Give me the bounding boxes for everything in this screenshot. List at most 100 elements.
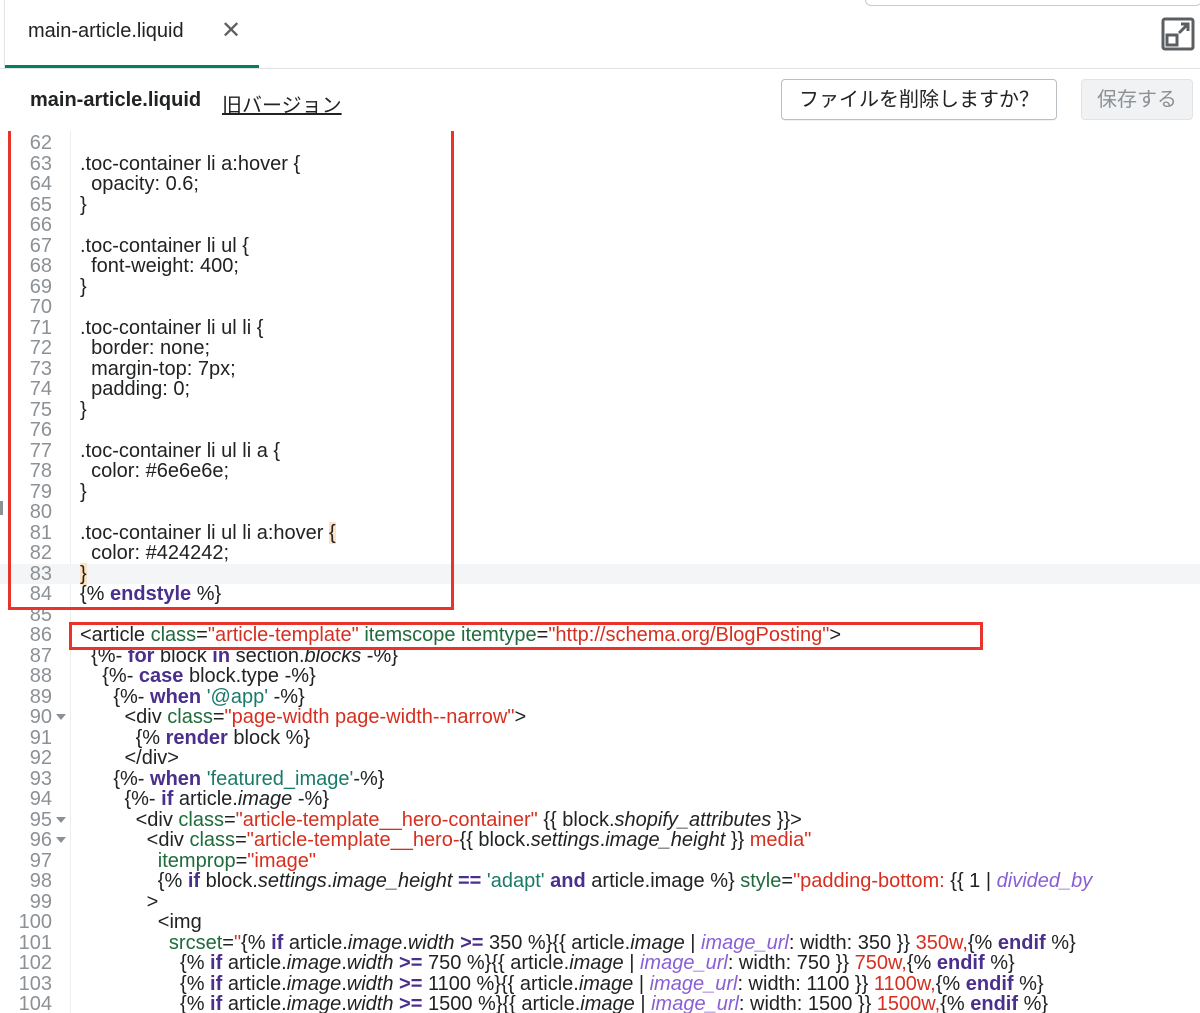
code-text: } (80, 398, 87, 421)
code-line[interactable]: 62 (0, 133, 1200, 154)
code-line[interactable]: 97 itemprop="image" (0, 849, 1200, 872)
code-line[interactable]: 70 (0, 297, 1200, 318)
line-number: 83 (29, 562, 52, 585)
code-text: {% if article.image.width >= 750 %}{{ ar… (80, 952, 1015, 974)
code-line[interactable]: 78 color: #6e6e6e; (0, 461, 1200, 482)
code-line[interactable]: 87 {%- for block in section.blocks -%} (0, 644, 1200, 667)
line-number: 101 (18, 931, 52, 954)
code-line[interactable]: 99 > (0, 891, 1200, 913)
fold-arrow-icon[interactable] (56, 816, 66, 823)
line-number: 82 (29, 542, 52, 564)
editor-header: main-article.liquid 旧バージョン ファイルを削除しますか？ … (0, 69, 1200, 131)
tab-main-article[interactable]: main-article.liquid ✕ (5, 0, 259, 68)
line-number: 79 (29, 480, 52, 503)
line-number: 103 (18, 972, 52, 995)
line-number: 77 (29, 439, 52, 462)
code-line[interactable]: 82 color: #424242; (0, 543, 1200, 564)
fold-arrow-icon[interactable] (56, 714, 66, 720)
line-number: 86 (29, 624, 52, 646)
line-number: 76 (29, 419, 52, 441)
code-line[interactable]: 71 .toc-container li ul li { (0, 317, 1200, 339)
line-number: 68 (29, 255, 52, 277)
code-line[interactable]: 85 (0, 604, 1200, 626)
code-line[interactable]: 83} (0, 562, 1200, 585)
code-line[interactable]: 69} (0, 275, 1200, 298)
line-number: 78 (29, 460, 52, 482)
top-ghost-field (865, 0, 1200, 6)
code-line[interactable]: 104 {% if article.image.width >= 1500 %}… (0, 994, 1200, 1013)
expand-icon[interactable] (1160, 16, 1196, 52)
code-line[interactable]: 96 <div class="article-template__hero-{{… (0, 830, 1200, 851)
code-line[interactable]: 67 .toc-container li ul { (0, 234, 1200, 257)
code-line[interactable]: 98 {% if block.settings.image_height == … (0, 871, 1200, 892)
line-number: 94 (29, 788, 52, 810)
code-line[interactable]: 92 </div> (0, 748, 1200, 769)
line-number: 70 (29, 296, 52, 318)
line-number: 69 (29, 275, 52, 298)
code-line[interactable]: 88 {%- case block.type -%} (0, 666, 1200, 687)
code-text: itemprop="image" (157, 849, 316, 872)
code-line[interactable]: 73 margin-top: 7px; (0, 357, 1200, 380)
line-number: 100 (18, 911, 52, 933)
close-icon[interactable]: ✕ (221, 16, 241, 45)
code-line[interactable]: 75} (0, 398, 1200, 421)
code-line[interactable]: 79} (0, 480, 1200, 503)
code-line[interactable]: 72 border: none; (0, 338, 1200, 359)
code-line[interactable]: 102 {% if article.image.width >= 750 %}{… (0, 953, 1200, 974)
code-line[interactable]: 63 .toc-container li a:hover { (0, 152, 1200, 175)
code-line[interactable]: 66 (0, 215, 1200, 236)
save-button[interactable]: 保存する (1081, 79, 1193, 120)
code-text: srcset="{% if article.image.width >= 350… (168, 931, 1076, 954)
code-text: <div class="page-width page-width--narro… (80, 706, 527, 728)
line-number: 91 (29, 726, 52, 749)
code-line[interactable]: 86 <article class="article-template" item… (0, 625, 1200, 646)
line-number: 64 (29, 173, 52, 195)
line-number: 80 (29, 501, 52, 523)
fold-arrow-icon[interactable] (56, 837, 66, 843)
old-version-link[interactable]: 旧バージョン (222, 89, 342, 118)
code-line[interactable]: 76 (0, 420, 1200, 441)
code-line[interactable]: 84 {% endstyle %} (0, 584, 1200, 605)
line-number: 96 (29, 829, 52, 851)
line-number: 63 (29, 152, 52, 175)
code-text: <div class="article-template__hero-conta… (80, 808, 802, 831)
code-text: padding: 0; (80, 378, 191, 400)
code-text: <div class="article-template__hero-{{ bl… (80, 829, 812, 851)
code-line[interactable]: 65} (0, 193, 1200, 216)
code-text: } (80, 275, 87, 298)
code-line[interactable]: 91 {% render block %} (0, 726, 1200, 749)
code-line[interactable]: 74 padding: 0; (0, 379, 1200, 400)
code-text: {% if article.image.width >= 1500 %}{{ a… (80, 993, 1049, 1013)
line-number: 97 (29, 849, 52, 872)
code-line[interactable]: 89 {%- when '@app' -%} (0, 686, 1200, 708)
line-number: 87 (29, 644, 52, 667)
line-number: 98 (29, 870, 52, 892)
code-line[interactable]: 101 srcset="{% if article.image.width >=… (0, 931, 1200, 954)
delete-file-button[interactable]: ファイルを削除しますか？ (781, 79, 1057, 120)
code-line[interactable]: 68 font-weight: 400; (0, 256, 1200, 277)
code-line[interactable]: 100 <img (0, 912, 1200, 933)
code-line[interactable]: 94 {%- if article.image -%} (0, 789, 1200, 810)
tab-label: main-article.liquid (28, 20, 184, 42)
tab-bar: main-article.liquid ✕ (0, 0, 1200, 69)
code-editor[interactable]: 62 63 .toc-container li a:hover {64 opacit… (0, 131, 1200, 1013)
resize-handle[interactable] (0, 501, 3, 515)
code-line[interactable]: 64 opacity: 0.6; (0, 174, 1200, 195)
code-text: color: #424242; (80, 542, 229, 564)
code-text: } (80, 193, 87, 216)
code-text: {%- if article.image -%} (80, 788, 329, 810)
code-text: {% if article.image.width >= 1100 %}{{ a… (80, 972, 1044, 995)
code-line[interactable]: 77 .toc-container li ul li a { (0, 439, 1200, 462)
code-line[interactable]: 81 .toc-container li ul li a:hover { (0, 521, 1200, 544)
code-line[interactable]: 95 <div class="article-template__hero-co… (0, 808, 1200, 831)
code-text: margin-top: 7px; (80, 357, 236, 380)
code-line[interactable]: 90 <div class="page-width page-width--na… (0, 707, 1200, 728)
code-text: {%- for block in section.blocks -%} (80, 644, 398, 667)
code-line[interactable]: 80 (0, 502, 1200, 523)
line-number: 75 (29, 398, 52, 421)
line-number: 67 (29, 234, 52, 257)
code-text: {% endstyle %} (80, 583, 222, 605)
code-line[interactable]: 103 {% if article.image.width >= 1100 %}… (0, 972, 1200, 995)
line-number: 74 (29, 378, 52, 400)
code-line[interactable]: 93 {%- when 'featured_image'-%} (0, 768, 1200, 790)
